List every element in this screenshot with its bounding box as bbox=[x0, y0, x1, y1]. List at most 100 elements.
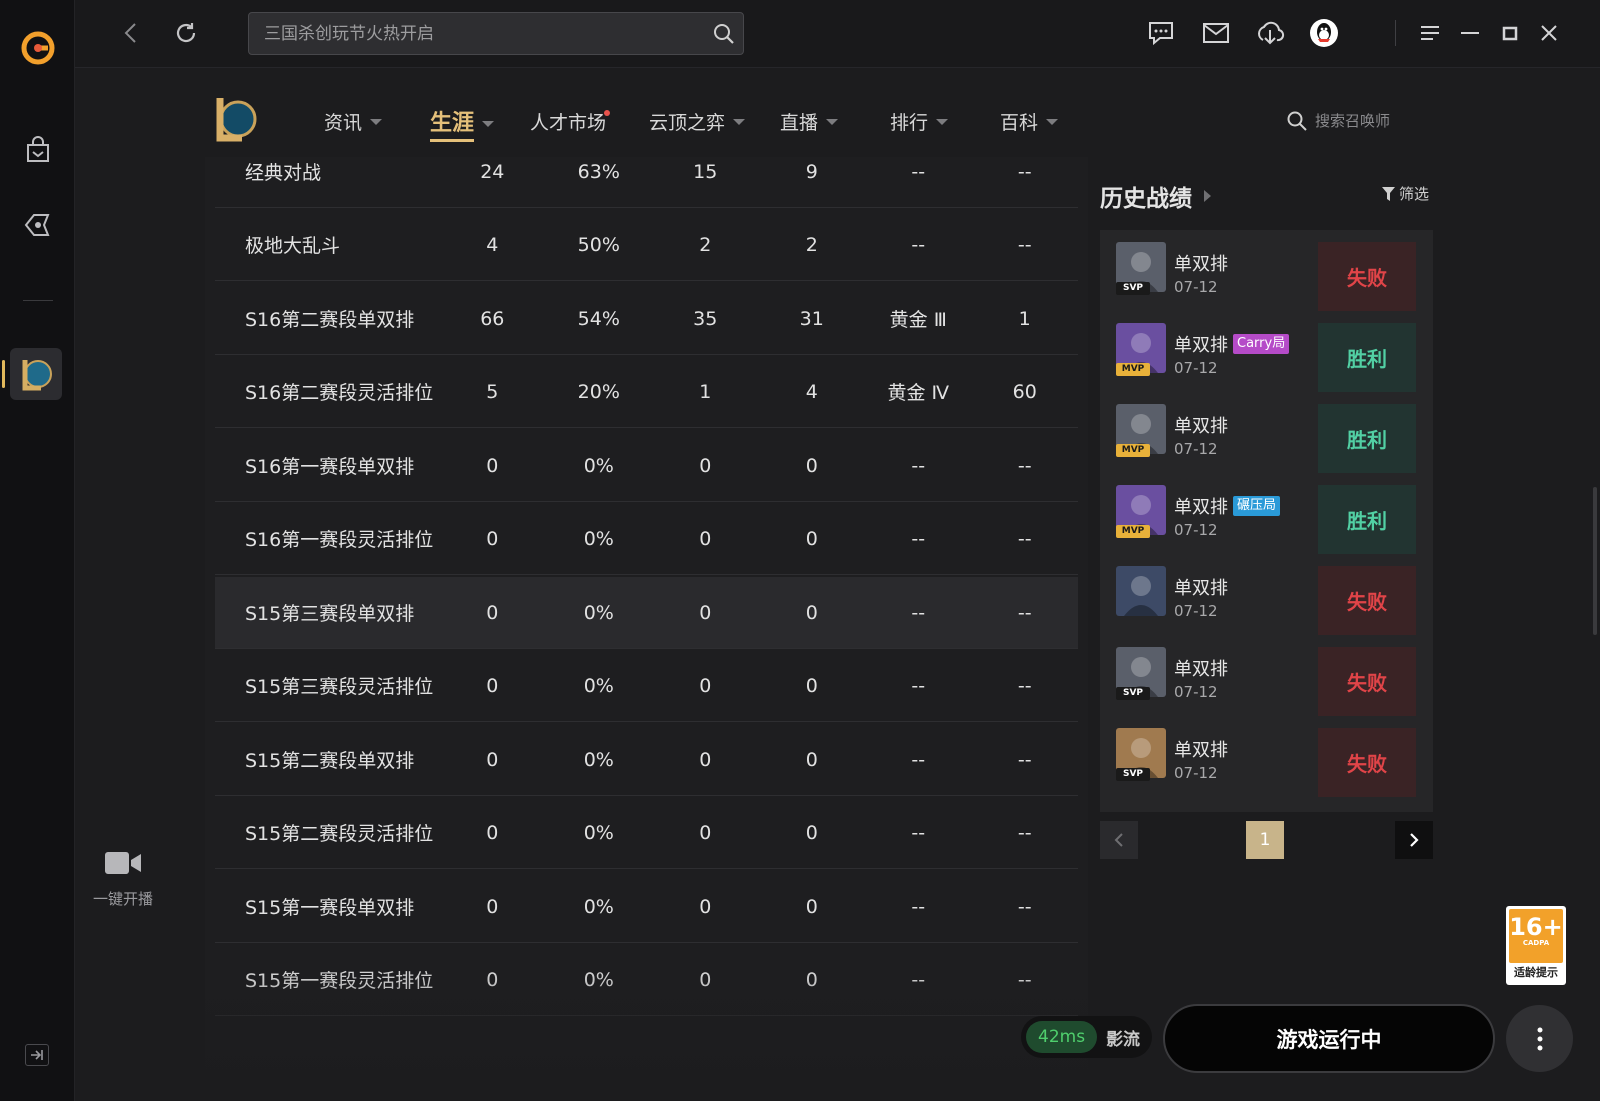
match-item[interactable]: SVP 单双排 07-12 失败 bbox=[1100, 635, 1433, 717]
stat-cell: 50% bbox=[577, 233, 620, 256]
filter-button[interactable]: 筛选 bbox=[1381, 183, 1429, 204]
table-row[interactable]: S15第二赛段单双排 0 0% 0 0 -- -- bbox=[215, 724, 1078, 796]
menu-tft[interactable]: 云顶之弈 bbox=[649, 108, 746, 135]
match-item[interactable]: MVP 单双排 碾压局 07-12 胜利 bbox=[1100, 473, 1433, 555]
age-rating-top: 16+ CADPA bbox=[1509, 909, 1563, 963]
match-result: 失败 bbox=[1318, 242, 1416, 311]
stat-cell: 0% bbox=[583, 968, 614, 991]
network-status[interactable]: 42ms 影流 bbox=[1021, 1016, 1152, 1058]
scrollbar[interactable] bbox=[1593, 487, 1597, 635]
menu-live[interactable]: 直播 bbox=[780, 108, 839, 135]
queue-name-cell: S16第一赛段灵活排位 bbox=[245, 529, 434, 551]
performance-badge: SVP bbox=[1116, 768, 1150, 781]
chevron-down-icon bbox=[826, 118, 839, 125]
table-row[interactable]: S15第一赛段灵活排位 0 0% 0 0 -- -- bbox=[215, 944, 1078, 1016]
table-row[interactable]: S16第一赛段灵活排位 0 0% 0 0 -- -- bbox=[215, 503, 1078, 575]
table-row[interactable]: S15第二赛段灵活排位 0 0% 0 0 -- -- bbox=[215, 797, 1078, 869]
match-mode-label: 单双排 bbox=[1174, 578, 1228, 599]
maximize-icon[interactable] bbox=[1495, 18, 1525, 48]
qq-avatar-icon[interactable] bbox=[1309, 18, 1339, 48]
table-row[interactable]: S16第一赛段单双排 0 0% 0 0 -- -- bbox=[215, 430, 1078, 502]
minimize-icon[interactable] bbox=[1455, 18, 1485, 48]
stat-cell: 0 bbox=[486, 968, 499, 991]
match-item[interactable]: SVP 单双排 07-12 失败 bbox=[1100, 230, 1433, 312]
current-page[interactable]: 1 bbox=[1246, 821, 1284, 859]
stat-cell: -- bbox=[911, 160, 926, 183]
prev-page-button[interactable] bbox=[1100, 821, 1138, 859]
menu-talent-market[interactable]: 人才市场 bbox=[530, 108, 620, 135]
menu-tft-label: 云顶之弈 bbox=[649, 112, 726, 134]
stat-cell: 4 bbox=[486, 233, 499, 256]
store-icon[interactable] bbox=[0, 126, 75, 174]
match-mode: 单双排 bbox=[1174, 250, 1228, 276]
chat-icon[interactable] bbox=[1146, 18, 1176, 48]
download-icon[interactable] bbox=[1255, 18, 1285, 48]
stat-cell: -- bbox=[1017, 233, 1032, 256]
stat-cell: 15 bbox=[693, 160, 718, 183]
lol-logo-icon[interactable] bbox=[208, 92, 262, 150]
stat-cell: -- bbox=[911, 601, 926, 624]
chevron-right-icon bbox=[1204, 190, 1211, 202]
match-item[interactable]: MVP 单双排 Carry局 07-12 胜利 bbox=[1100, 311, 1433, 393]
match-date: 07-12 bbox=[1174, 602, 1218, 620]
menu-talent-market-label: 人才市场 bbox=[530, 112, 607, 134]
stat-cell: -- bbox=[1017, 968, 1032, 991]
menu-news[interactable]: 资讯 bbox=[324, 108, 383, 135]
collapse-sidebar-icon[interactable] bbox=[25, 1044, 49, 1066]
menu-wiki[interactable]: 百科 bbox=[1000, 108, 1059, 135]
match-date: 07-12 bbox=[1174, 359, 1218, 377]
match-item[interactable]: MVP 单双排 07-12 胜利 bbox=[1100, 392, 1433, 474]
match-date: 07-12 bbox=[1174, 764, 1218, 782]
queue-name-cell: S15第一赛段灵活排位 bbox=[245, 970, 434, 992]
next-page-button[interactable] bbox=[1395, 821, 1433, 859]
match-mode-label: 单双排 bbox=[1174, 254, 1228, 275]
more-options-button[interactable] bbox=[1506, 1005, 1573, 1072]
match-result: 失败 bbox=[1318, 647, 1416, 716]
table-row[interactable]: 经典对战 24 63% 15 9 -- -- bbox=[215, 157, 1078, 208]
stat-cell: 0 bbox=[486, 895, 499, 918]
queue-name-cell: S15第二赛段灵活排位 bbox=[245, 823, 434, 845]
app-logo-icon[interactable] bbox=[0, 24, 75, 72]
stat-cell: -- bbox=[911, 233, 926, 256]
stat-cell: 1 bbox=[1018, 307, 1031, 330]
history-title-text: 历史战绩 bbox=[1100, 186, 1192, 212]
search-input[interactable] bbox=[249, 13, 689, 54]
table-row[interactable]: S16第二赛段灵活排位 5 20% 1 4 黄金 Ⅳ 60 bbox=[215, 356, 1078, 428]
table-row[interactable]: S15第三赛段灵活排位 0 0% 0 0 -- -- bbox=[215, 650, 1078, 722]
table-row[interactable]: S15第一赛段单双排 0 0% 0 0 -- -- bbox=[215, 871, 1078, 943]
mail-icon[interactable] bbox=[1201, 18, 1231, 48]
stat-cell: 0 bbox=[486, 821, 499, 844]
menu-icon[interactable] bbox=[1415, 18, 1445, 48]
summoner-search[interactable]: 搜索召唤师 bbox=[1287, 110, 1390, 131]
match-result: 胜利 bbox=[1318, 323, 1416, 392]
refresh-icon[interactable] bbox=[171, 18, 201, 48]
champion-avatar bbox=[1116, 566, 1166, 616]
game-center-icon[interactable] bbox=[0, 201, 75, 249]
queue-name-cell: S15第三赛段灵活排位 bbox=[245, 676, 434, 698]
lol-game-icon[interactable] bbox=[10, 348, 62, 400]
match-item[interactable]: SVP 单双排 07-12 失败 bbox=[1100, 716, 1433, 798]
back-icon[interactable] bbox=[115, 18, 145, 48]
table-row[interactable]: S16第二赛段单双排 66 54% 35 31 黄金 Ⅲ 1 bbox=[215, 283, 1078, 355]
history-title[interactable]: 历史战绩 bbox=[1100, 179, 1211, 213]
game-running-button[interactable]: 游戏运行中 bbox=[1163, 1004, 1495, 1073]
match-date: 07-12 bbox=[1174, 521, 1218, 539]
one-click-live-button[interactable]: 一键开播 bbox=[88, 850, 158, 909]
menu-ranking[interactable]: 排行 bbox=[890, 108, 949, 135]
chevron-left-icon bbox=[1114, 833, 1123, 847]
stat-cell: 0 bbox=[486, 454, 499, 477]
table-row[interactable]: S15第三赛段单双排 0 0% 0 0 -- -- bbox=[215, 577, 1078, 649]
queue-name-cell: S15第三赛段单双排 bbox=[245, 603, 415, 625]
stat-cell: 0 bbox=[805, 968, 818, 991]
close-icon[interactable] bbox=[1534, 18, 1564, 48]
stat-cell: -- bbox=[911, 454, 926, 477]
stat-cell: -- bbox=[1017, 160, 1032, 183]
menu-career[interactable]: 生涯 bbox=[430, 105, 495, 142]
table-row[interactable]: 极地大乱斗 4 50% 2 2 -- -- bbox=[215, 209, 1078, 281]
stat-cell: 0 bbox=[699, 821, 712, 844]
ping-value: 42ms bbox=[1026, 1021, 1098, 1053]
search-icon[interactable] bbox=[713, 23, 735, 45]
chevron-down-icon bbox=[936, 118, 949, 125]
match-item[interactable]: 单双排 07-12 失败 bbox=[1100, 554, 1433, 636]
menu-news-label: 资讯 bbox=[324, 112, 363, 134]
